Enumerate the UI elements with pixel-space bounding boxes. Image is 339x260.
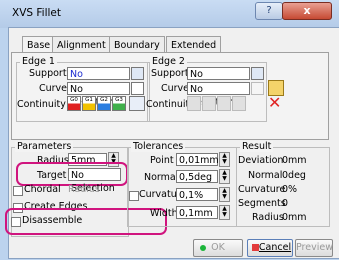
edge1-support-label: Support [29,68,67,79]
point-tolerance-spinner[interactable]: ▲ ▼ [219,152,230,167]
edge2-continuity-g1-icon[interactable] [202,96,216,111]
result-normal-value: 0deg [282,170,306,181]
curvature-tolerance-spinner[interactable]: ▲ ▼ [219,187,230,202]
ok-icon [200,245,206,251]
chordal-value: Radius [68,184,100,195]
edge2-curve-field[interactable]: No Selection [187,82,250,108]
normal-tolerance-input[interactable]: 0,5deg [176,170,218,183]
remove-icon[interactable]: ✕ [268,95,281,111]
edge2-curve-select-icon[interactable] [251,82,264,95]
segments-label: Segments [238,198,286,209]
result-radius-value: 0mm [282,212,307,223]
result-radius-label: Radius [252,212,284,223]
continuity-g1-icon[interactable]: G1 [82,96,96,111]
edge2-curve-label: Curve [161,83,190,94]
curvature-tolerance-checkbox[interactable] [129,191,139,201]
edge2-continuity-g3-icon[interactable] [232,96,246,111]
deviation-value: 0mm [282,155,307,166]
edge2-support-select-icon[interactable] [251,67,264,80]
window-title: XVS Fillet [12,7,61,19]
ok-label: OK [211,242,225,253]
cancel-icon [252,244,259,251]
help-button[interactable]: ? [255,2,283,20]
point-tolerance-input[interactable]: 0,01mm [176,153,219,166]
continuity-g0-icon[interactable]: G0 [67,96,81,111]
tolerances-group-label: Tolerances [131,141,186,152]
disassemble-checkbox[interactable] [11,217,21,227]
ok-button[interactable]: OK [193,239,243,257]
deviation-label: Deviation [238,155,284,166]
edge2-continuity-g0-icon[interactable] [187,96,201,111]
edge2-continuity-g2-icon[interactable] [217,96,231,111]
normal-tolerance-label: Normal [144,172,179,183]
result-curvature-label: Curvature [238,184,286,195]
edge2-support-field[interactable]: No Selection [187,67,250,93]
result-group-label: Result [240,141,274,152]
parameters-group-label: Parameters [15,141,74,152]
disassemble-label: Disassemble [22,215,83,226]
edge1-support-field[interactable]: No Selection [67,67,130,93]
width-tolerance-input[interactable]: 0,1mm [176,206,218,219]
edge1-curve-label: Curve [39,83,68,94]
close-button[interactable]: x [282,2,332,20]
edge1-group-label: Edge 1 [20,56,57,67]
width-tolerance-spinner[interactable]: ▲ ▼ [219,205,230,220]
width-tolerance-label: Width [150,208,178,219]
chordal-checkbox[interactable] [13,186,23,196]
point-tolerance-label: Point [150,155,174,166]
target-label: Target [37,170,67,181]
edge1-continuity-label: Continuity [17,99,66,110]
result-normal-label: Normal [248,170,283,181]
segments-value: 0 [282,198,289,209]
edge1-curve-select-icon[interactable] [131,82,144,95]
result-curvature-value: 0% [282,184,298,195]
edge1-curve-field[interactable]: No Selection [67,82,130,108]
continuity-link-icon[interactable] [129,96,145,111]
continuity-g2-icon[interactable]: G2 [97,96,111,111]
edge2-group-label: Edge 2 [150,56,187,67]
preview-button[interactable]: Preview [295,239,333,257]
edge1-support-select-icon[interactable] [131,67,144,80]
target-field[interactable]: No Selection [68,168,121,194]
chordal-label: Chordal [24,184,61,195]
continuity-g3-icon[interactable]: G3 [112,96,126,111]
normal-tolerance-spinner[interactable]: ▲ ▼ [219,169,230,184]
edge2-support-label: Support [151,68,189,79]
curvature-tolerance-input[interactable]: 0,1% [176,188,218,201]
cancel-button[interactable]: Cancel [247,239,293,257]
